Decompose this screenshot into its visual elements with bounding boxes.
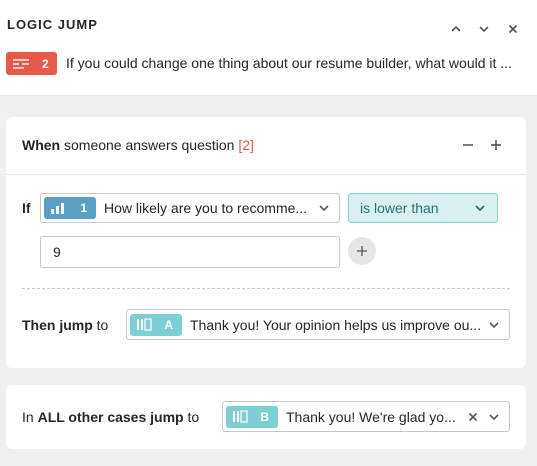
ending-icon [233, 410, 248, 423]
question-number: 2 [42, 56, 49, 71]
add-rule-icon[interactable] [488, 137, 504, 153]
chevron-down-icon [475, 205, 485, 212]
divider [6, 174, 526, 175]
when-text: someone answers question [60, 137, 239, 153]
condition-value-input[interactable] [40, 236, 340, 268]
ending-icon [137, 318, 152, 331]
field-text: How likely are you to recomme... [104, 200, 308, 216]
chevron-down-icon [489, 413, 499, 420]
logic-jump-header: LOGIC JUMP 2 If you could change one thi… [0, 0, 537, 96]
else-target-chip: B [226, 405, 278, 428]
field-number: 1 [80, 201, 87, 215]
dashed-divider [22, 288, 510, 289]
question-text: If you could change one thing about our … [66, 55, 512, 71]
remove-rule-icon[interactable] [460, 137, 476, 153]
target-chip: A [130, 313, 182, 336]
else-label: In ALL other cases jump to [22, 409, 200, 425]
else-target-select[interactable]: B Thank you! We're glad yo... [222, 401, 510, 432]
else-target-letter: B [260, 409, 269, 424]
opinion-scale-icon [51, 203, 64, 214]
field-chip: 1 [44, 197, 96, 219]
question-badge: 2 [6, 52, 57, 75]
panel-title: LOGIC JUMP [7, 17, 98, 32]
else-rule-card: In ALL other cases jump to B Thank you! … [6, 385, 526, 449]
add-condition-button[interactable] [348, 237, 376, 265]
else-target-text: Thank you! We're glad yo... [286, 408, 456, 425]
clear-icon[interactable] [467, 411, 479, 423]
logic-rule-card: When someone answers question [2] If 1 H… [6, 117, 526, 368]
plus-icon [357, 246, 367, 256]
question-reference: [2] [238, 137, 254, 153]
when-header: When someone answers question [2] [22, 137, 254, 153]
close-icon[interactable] [504, 20, 522, 38]
condition-text: is lower than [360, 200, 439, 216]
jump-target-select[interactable]: A Thank you! Your opinion helps us impro… [126, 309, 510, 340]
chevron-down-icon [489, 321, 499, 328]
then-label: Then jump to [22, 317, 109, 333]
field-select[interactable]: 1 How likely are you to recomme... [40, 193, 340, 223]
when-label: When [22, 137, 61, 153]
condition-select[interactable]: is lower than [348, 193, 498, 223]
chevron-up-icon[interactable] [447, 20, 465, 38]
chevron-down-icon[interactable] [475, 20, 493, 38]
long-text-icon [13, 58, 29, 69]
chevron-down-icon [319, 205, 329, 212]
target-text: Thank you! Your opinion helps us improve… [190, 316, 482, 333]
if-label: If [22, 200, 31, 216]
target-letter: A [164, 317, 173, 332]
